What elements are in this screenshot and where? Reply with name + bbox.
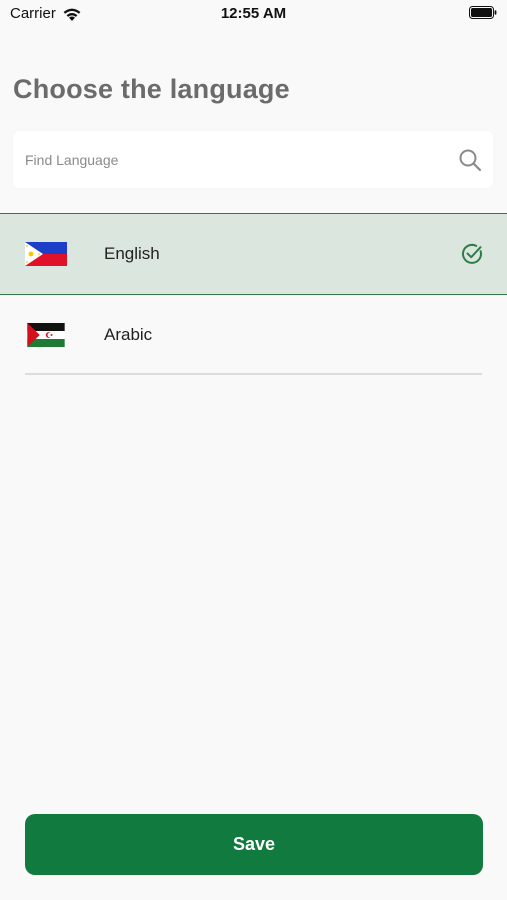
list-divider bbox=[25, 373, 482, 375]
language-label: Arabic bbox=[104, 325, 153, 344]
save-button[interactable]: Save bbox=[25, 814, 483, 875]
philippines-flag-icon bbox=[25, 242, 67, 266]
status-time: 12:55 AM bbox=[220, 5, 287, 22]
search-input[interactable] bbox=[25, 131, 445, 188]
search-icon[interactable] bbox=[458, 148, 482, 172]
language-label: English bbox=[104, 244, 160, 263]
page-title: Choose the language bbox=[13, 74, 290, 104]
battery-icon bbox=[469, 6, 497, 19]
status-bar: Carrier 12:55 AM bbox=[0, 0, 507, 28]
language-list: English Arabic bbox=[0, 213, 507, 375]
language-item-english[interactable]: English bbox=[0, 213, 507, 295]
search-box[interactable] bbox=[13, 131, 493, 188]
check-circle-icon bbox=[462, 243, 482, 264]
language-item-arabic[interactable]: Arabic bbox=[0, 295, 507, 375]
western-sahara-flag-icon bbox=[27, 323, 65, 347]
